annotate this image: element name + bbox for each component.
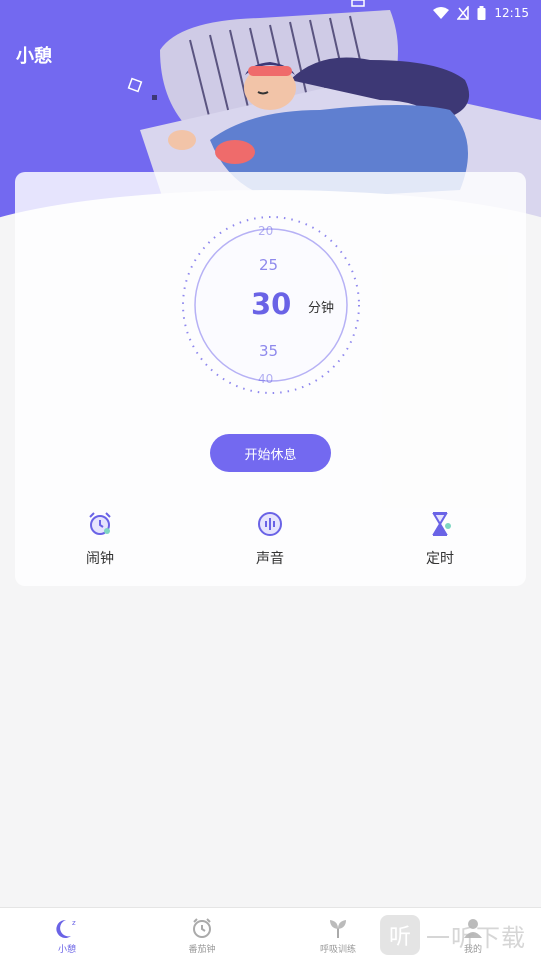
tab-nap-label: 小憩 (57, 945, 76, 955)
dial-option-40[interactable]: 40 (258, 372, 273, 386)
dial-option-35[interactable]: 35 (259, 342, 278, 360)
status-bar: 12:15 (433, 4, 529, 22)
sound-label: 声音 (256, 551, 284, 567)
sound-wave-icon (258, 512, 282, 536)
watermark-text: 一听下载 (426, 923, 526, 952)
dial-selected-value: 30 (251, 287, 292, 321)
duration-picker[interactable]: 20 25 30 分钟 35 40 (176, 210, 366, 400)
tab-breathing-label: 呼吸训练 (319, 945, 356, 955)
status-time: 12:15 (494, 6, 529, 20)
dial-option-25[interactable]: 25 (259, 256, 278, 274)
moon-icon: z (56, 919, 76, 938)
page-title: 小憩 (16, 46, 52, 67)
dial-option-20[interactable]: 20 (258, 224, 273, 238)
alarm-label: 闹钟 (86, 551, 114, 567)
watermark-logo: 听 (380, 915, 420, 955)
timer-label: 定时 (426, 551, 454, 567)
wifi-icon (433, 6, 450, 20)
tab-pomodoro[interactable]: 番茄钟 (172, 916, 232, 955)
alarm-button[interactable]: 闹钟 (70, 510, 130, 568)
tab-pomodoro-label: 番茄钟 (188, 945, 216, 955)
svg-text:z: z (72, 919, 76, 927)
no-signal-icon (457, 6, 470, 20)
clock-icon (193, 918, 211, 938)
leaf-icon (330, 920, 346, 938)
tab-breathing[interactable]: 呼吸训练 (308, 916, 368, 955)
alarm-clock-icon (89, 512, 111, 535)
dial-unit-label: 分钟 (308, 301, 335, 316)
tab-nap[interactable]: z 小憩 (37, 916, 97, 955)
timer-button[interactable]: 定时 (410, 510, 470, 568)
battery-icon (477, 6, 486, 20)
start-rest-button[interactable]: 开始休息 (210, 434, 331, 472)
watermark: 听 一听下载 (380, 915, 526, 955)
sound-button[interactable]: 声音 (240, 510, 300, 568)
hourglass-icon (432, 512, 451, 536)
